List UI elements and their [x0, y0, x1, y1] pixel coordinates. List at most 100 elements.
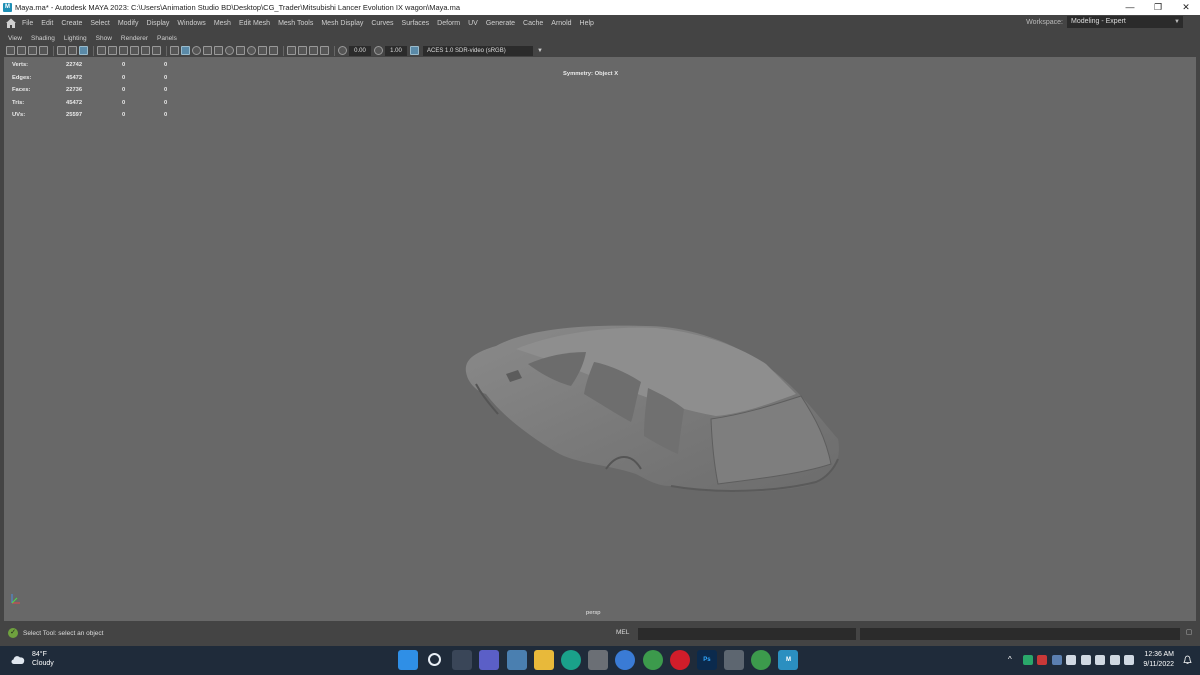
exposure-icon[interactable]	[338, 46, 347, 55]
bookmark-icon[interactable]	[28, 46, 37, 55]
view-transform-dropdown[interactable]: ACES 1.0 SDR-video (sRGB) ▼	[423, 45, 543, 56]
panel-menu-lighting[interactable]: Lighting	[64, 35, 87, 42]
2d-pan-zoom-icon[interactable]	[57, 46, 66, 55]
menu-help[interactable]: Help	[580, 20, 594, 27]
wireframe-on-shaded-icon[interactable]	[203, 46, 212, 55]
chrome-icon[interactable]	[642, 650, 663, 670]
grease-pencil-icon[interactable]	[68, 46, 77, 55]
close-button[interactable]: ✕	[1172, 0, 1200, 15]
command-line-bar: ✓ Select Tool: select an object MEL ▢	[0, 624, 1200, 644]
menu-create[interactable]: Create	[61, 20, 82, 27]
color-management-icon[interactable]	[410, 46, 419, 55]
menu-mesh-tools[interactable]: Mesh Tools	[278, 20, 313, 27]
settings-app-icon[interactable]	[615, 650, 636, 670]
menu-surfaces[interactable]: Surfaces	[402, 20, 430, 27]
photoshop-icon[interactable]: Ps	[696, 650, 717, 670]
gate-mask-icon[interactable]	[119, 46, 128, 55]
grid-toggle-icon[interactable]	[79, 46, 88, 55]
perspective-viewport[interactable]: Verts: 22742 0 0 Edges: 45472 0 0 Faces:…	[4, 57, 1196, 621]
pen-icon[interactable]	[1080, 655, 1091, 665]
task-view-icon[interactable]	[452, 650, 473, 670]
menu-arnold[interactable]: Arnold	[551, 20, 571, 27]
script-editor-icon[interactable]: ▢	[1184, 628, 1194, 640]
menu-mesh-display[interactable]: Mesh Display	[321, 20, 363, 27]
tray-app-icon[interactable]	[1051, 655, 1062, 665]
xray-joints-icon[interactable]	[309, 46, 318, 55]
minimize-button[interactable]: —	[1116, 0, 1144, 15]
panel-menu-view[interactable]: View	[8, 35, 22, 42]
opera-icon[interactable]	[669, 650, 690, 670]
camera-attributes-icon[interactable]	[17, 46, 26, 55]
dropbox-icon[interactable]	[1066, 655, 1076, 665]
select-camera-icon[interactable]	[6, 46, 15, 55]
menu-file[interactable]: File	[22, 20, 33, 27]
panel-menu-renderer[interactable]: Renderer	[121, 35, 148, 42]
shadows-icon[interactable]	[236, 46, 245, 55]
chevron-up-icon[interactable]: ^	[1008, 655, 1018, 665]
panel-menu-shading[interactable]: Shading	[31, 35, 55, 42]
menu-uv[interactable]: UV	[468, 20, 478, 27]
volume-icon[interactable]	[1109, 655, 1120, 665]
hud-value: 22742	[66, 62, 83, 69]
isolate-select-icon[interactable]	[287, 46, 296, 55]
panel-menu-panels[interactable]: Panels	[157, 35, 177, 42]
field-chart-icon[interactable]	[130, 46, 139, 55]
resolution-gate-icon[interactable]	[108, 46, 117, 55]
menu-edit[interactable]: Edit	[41, 20, 53, 27]
menu-mesh[interactable]: Mesh	[214, 20, 231, 27]
tray-app-icon[interactable]	[1037, 655, 1047, 665]
wireframe-icon[interactable]	[170, 46, 179, 55]
smooth-shade-icon[interactable]	[181, 46, 190, 55]
chat-icon[interactable]	[479, 650, 500, 670]
wifi-icon[interactable]	[1095, 655, 1105, 665]
xray-icon[interactable]	[298, 46, 307, 55]
safe-title-icon[interactable]	[152, 46, 161, 55]
anti-aliasing-icon[interactable]	[269, 46, 278, 55]
home-icon[interactable]	[5, 17, 17, 29]
exposure-field[interactable]: 0.00	[349, 45, 371, 56]
mel-command-input[interactable]	[638, 628, 856, 640]
panel-menu-show[interactable]: Show	[96, 35, 112, 42]
edge-icon[interactable]	[560, 650, 581, 670]
safe-action-icon[interactable]	[141, 46, 150, 55]
hud-label: Tris:	[12, 99, 25, 106]
film-gate-icon[interactable]	[97, 46, 106, 55]
xray-components-icon[interactable]	[320, 46, 329, 55]
menu-modify[interactable]: Modify	[118, 20, 139, 27]
mel-toggle-button[interactable]: MEL	[616, 629, 629, 636]
menu-edit-mesh[interactable]: Edit Mesh	[239, 20, 270, 27]
store-icon[interactable]	[588, 650, 609, 670]
gamma-field[interactable]: 1.00	[385, 45, 407, 56]
search-icon[interactable]	[428, 653, 442, 666]
calculator-icon[interactable]	[724, 650, 745, 670]
maya-taskbar-icon[interactable]: M	[778, 650, 799, 670]
chrome-profile-icon[interactable]	[751, 650, 772, 670]
start-button[interactable]	[398, 650, 418, 670]
menu-select[interactable]: Select	[90, 20, 109, 27]
taskbar-clock[interactable]: 12:36 AM 9/11/2022	[1134, 650, 1174, 670]
file-explorer-icon[interactable]	[533, 650, 554, 670]
menu-curves[interactable]: Curves	[371, 20, 393, 27]
use-all-lights-icon[interactable]	[225, 46, 234, 55]
textured-icon[interactable]	[214, 46, 223, 55]
restore-button[interactable]: ❐	[1144, 0, 1172, 15]
panel-toolbar: 0.00 1.00 ACES 1.0 SDR-video (sRGB) ▼	[0, 44, 1200, 57]
menu-generate[interactable]: Generate	[486, 20, 515, 27]
battery-icon[interactable]	[1124, 655, 1134, 665]
menu-display[interactable]: Display	[146, 20, 169, 27]
default-material-icon[interactable]	[192, 46, 201, 55]
menu-cache[interactable]: Cache	[523, 20, 543, 27]
menu-deform[interactable]: Deform	[437, 20, 460, 27]
weather-widget[interactable]: 84°F Cloudy	[10, 650, 54, 668]
tray-app-icon[interactable]	[1022, 655, 1033, 665]
motion-blur-icon[interactable]	[258, 46, 267, 55]
poly-count-hud: Verts: 22742 0 0 Edges: 45472 0 0 Faces:…	[12, 59, 184, 122]
car-body-mesh[interactable]	[456, 264, 842, 494]
notification-bell-icon[interactable]	[1183, 655, 1192, 665]
ambient-occlusion-icon[interactable]	[247, 46, 256, 55]
workspace-dropdown[interactable]: Modeling - Expert ▼	[1067, 16, 1183, 28]
image-plane-icon[interactable]	[39, 46, 48, 55]
photos-icon[interactable]	[506, 650, 527, 670]
gamma-icon[interactable]	[374, 46, 383, 55]
menu-windows[interactable]: Windows	[177, 20, 205, 27]
